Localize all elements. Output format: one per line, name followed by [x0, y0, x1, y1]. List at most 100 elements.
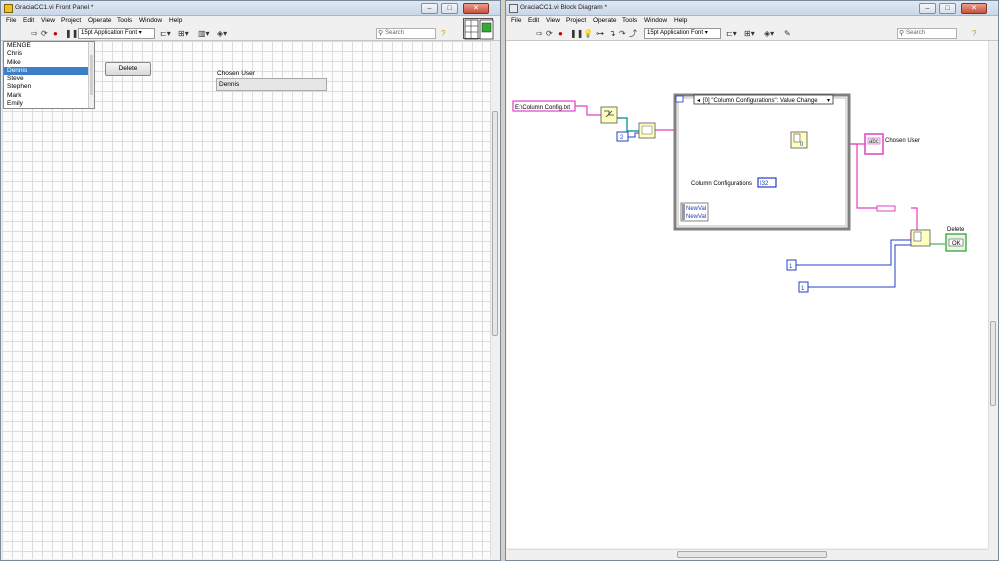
block-diagram-titlebar[interactable]: GraciaCC1.vi Block Diagram * – □ ✕ — [506, 1, 998, 16]
toolbar: ⇨ ⟳ ● ❚❚ 💡 ⊶ ↴ ↷ ⤴ 15pt Application Font… — [506, 27, 998, 41]
menu-help[interactable]: Help — [169, 17, 182, 24]
list-item[interactable]: MENGE — [4, 42, 94, 50]
step-out-icon[interactable]: ⤴ — [629, 29, 637, 39]
search-icon: ⚲ — [899, 30, 905, 37]
delete-button[interactable]: Delete — [105, 62, 151, 76]
align-objects-icon[interactable]: ⊏▾ — [726, 29, 737, 39]
retain-wire-values-icon[interactable]: ⊶ — [596, 29, 604, 39]
block-diagram-canvas[interactable]: [0] "Column Configurations": Value Chang… — [507, 41, 988, 548]
menu-help[interactable]: Help — [674, 17, 687, 24]
maximize-button[interactable]: □ — [441, 3, 458, 14]
newval-label: NewVal — [686, 206, 706, 212]
menu-window[interactable]: Window — [644, 17, 667, 24]
run-arrow-icon[interactable]: ⇨ — [31, 29, 38, 39]
scrollbar-thumb[interactable] — [492, 111, 498, 336]
svg-text:◂: ◂ — [697, 98, 700, 104]
user-listbox[interactable]: MENGE Chris Mike Dennis Steve Stephen Ma… — [3, 41, 95, 109]
numeric-wire — [796, 239, 912, 266]
menu-edit[interactable]: Edit — [528, 17, 539, 24]
scrollbar-thumb[interactable] — [677, 551, 827, 558]
step-over-icon[interactable]: ↷ — [619, 29, 626, 39]
listbox-scrollbar[interactable] — [88, 42, 94, 108]
event-case-selector-text: [0] "Column Configurations": Value Chang… — [703, 98, 818, 104]
list-item[interactable]: Mark — [4, 92, 94, 100]
numeric-wire — [808, 244, 911, 288]
minimize-button[interactable]: – — [919, 3, 936, 14]
menu-project[interactable]: Project — [61, 17, 81, 24]
minimize-button[interactable]: – — [421, 3, 438, 14]
menu-project[interactable]: Project — [566, 17, 586, 24]
numeric-wire — [628, 132, 639, 138]
abort-icon[interactable]: ● — [558, 29, 563, 39]
window-title: GraciaCC1.vi Block Diagram * — [520, 4, 608, 11]
chosen-user-label: Chosen User — [217, 70, 255, 77]
search-icon: ⚲ — [378, 30, 384, 37]
run-arrow-icon[interactable]: ⇨ — [536, 29, 543, 39]
diagram-svg: [0] "Column Configurations": Value Chang… — [512, 93, 967, 293]
svg-text:OK: OK — [952, 241, 961, 247]
event-timeout-terminal[interactable] — [675, 95, 684, 103]
svg-text:abc: abc — [869, 139, 879, 145]
run-continuously-icon[interactable]: ⟳ — [546, 29, 553, 39]
list-item[interactable]: Emily — [4, 100, 94, 108]
list-item[interactable]: Mike — [4, 59, 94, 67]
path-wire — [615, 117, 639, 132]
distribute-objects-icon[interactable]: ⊞▾ — [178, 29, 189, 39]
list-item[interactable]: Stephen — [4, 83, 94, 91]
front-panel-grid[interactable] — [2, 41, 490, 559]
menu-tools[interactable]: Tools — [622, 17, 637, 24]
horizontal-scrollbar[interactable] — [507, 549, 988, 559]
menu-operate[interactable]: Operate — [88, 17, 112, 24]
help-icon[interactable]: ? — [441, 29, 445, 39]
column-configurations-label: Column Configurations — [691, 181, 752, 187]
menu-file[interactable]: File — [511, 17, 521, 24]
chosen-user-label: Chosen User — [885, 138, 920, 144]
abort-icon[interactable]: ● — [53, 29, 58, 39]
newval-label: NewVal — [686, 214, 706, 220]
list-item[interactable]: Chris — [4, 50, 94, 58]
font-selector[interactable]: 15pt Application Font ▾ — [644, 28, 721, 39]
menu-edit[interactable]: Edit — [23, 17, 34, 24]
labview-vi-icon — [4, 4, 13, 13]
list-item[interactable]: Steve — [4, 75, 94, 83]
maximize-button[interactable]: □ — [939, 3, 956, 14]
menu-operate[interactable]: Operate — [593, 17, 617, 24]
run-continuously-icon[interactable]: ⟳ — [41, 29, 48, 39]
vi-connector-pane-icon[interactable] — [463, 18, 494, 40]
toolbar: ⇨ ⟳ ● ❚❚ 15pt Application Font ▾ ⊏▾ ⊞▾ ▥… — [1, 27, 500, 41]
front-panel-window: GraciaCC1.vi Front Panel * – □ ✕ File Ed… — [0, 0, 501, 561]
font-selector[interactable]: 15pt Application Font ▾ — [78, 28, 155, 39]
help-icon[interactable]: ? — [972, 29, 976, 39]
menu-file[interactable]: File — [6, 17, 16, 24]
distribute-objects-icon[interactable]: ⊞▾ — [744, 29, 755, 39]
vertical-scrollbar[interactable] — [490, 41, 499, 559]
reorder-icon[interactable]: ◈▾ — [764, 29, 774, 39]
path-constant-text: E:\Column Config.txt — [515, 105, 570, 111]
pause-icon[interactable]: ❚❚ — [65, 29, 78, 39]
menu-bar: File Edit View Project Operate Tools Win… — [506, 16, 998, 27]
list-item-selected[interactable]: Dennis — [4, 66, 94, 76]
string-wire — [575, 105, 601, 116]
window-title: GraciaCC1.vi Front Panel * — [15, 4, 94, 11]
menu-view[interactable]: View — [546, 17, 560, 24]
clean-up-diagram-icon[interactable]: ✎ — [784, 29, 791, 39]
labview-vi-icon — [509, 4, 518, 13]
svg-text:I32: I32 — [760, 181, 769, 187]
resize-objects-icon[interactable]: ▥▾ — [198, 29, 210, 39]
search-input[interactable]: ⚲ Search — [897, 28, 957, 39]
front-panel-titlebar[interactable]: GraciaCC1.vi Front Panel * – □ ✕ — [1, 1, 500, 16]
pause-icon[interactable]: ❚❚ — [570, 29, 583, 39]
highlight-execution-icon[interactable]: 💡 — [583, 29, 593, 39]
close-button[interactable]: ✕ — [463, 3, 489, 14]
scrollbar-thumb[interactable] — [990, 321, 996, 406]
search-input[interactable]: ⚲ Search — [376, 28, 436, 39]
menu-tools[interactable]: Tools — [117, 17, 132, 24]
close-button[interactable]: ✕ — [961, 3, 987, 14]
menu-view[interactable]: View — [41, 17, 55, 24]
string-function-node[interactable] — [876, 205, 896, 212]
align-objects-icon[interactable]: ⊏▾ — [160, 29, 171, 39]
step-into-icon[interactable]: ↴ — [609, 29, 616, 39]
menu-window[interactable]: Window — [139, 17, 162, 24]
reorder-icon[interactable]: ◈▾ — [217, 29, 227, 39]
vertical-scrollbar[interactable] — [988, 41, 997, 548]
